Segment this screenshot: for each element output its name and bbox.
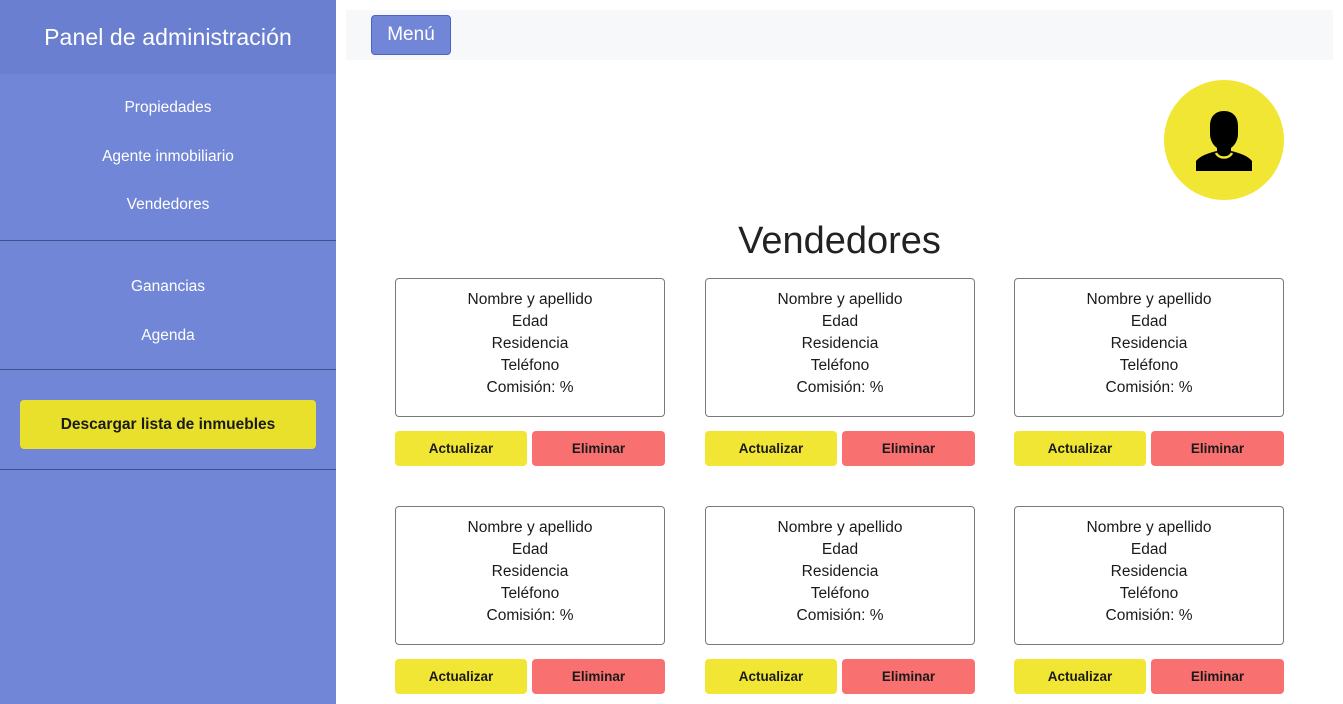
sidebar-item-agenda[interactable]: Agenda (0, 311, 336, 360)
seller-phone: Teléfono (810, 357, 870, 374)
seller-name: Nombre y apellido (467, 291, 593, 308)
seller-name: Nombre y apellido (777, 291, 903, 308)
update-button[interactable]: Actualizar (395, 431, 527, 466)
sidebar-nav-secondary: Ganancias Agenda (0, 241, 336, 370)
seller-card: Nombre y apellido Edad Residencia Teléfo… (395, 278, 665, 417)
delete-button[interactable]: Eliminar (842, 659, 975, 694)
sidebar-item-propiedades[interactable]: Propiedades (0, 84, 336, 133)
user-silhouette-icon (1196, 111, 1252, 171)
seller-age: Edad (1130, 541, 1168, 558)
sidebar-item-ganancias[interactable]: Ganancias (0, 262, 336, 311)
seller-residence: Residencia (491, 563, 569, 580)
seller-phone: Teléfono (810, 585, 870, 602)
sidebar-header: Panel de administración (0, 0, 336, 74)
update-button[interactable]: Actualizar (395, 659, 527, 694)
seller-name: Nombre y apellido (1086, 291, 1212, 308)
seller-name: Nombre y apellido (777, 519, 903, 536)
update-button[interactable]: Actualizar (1014, 431, 1146, 466)
delete-button[interactable]: Eliminar (842, 431, 975, 466)
sidebar: Panel de administración Propiedades Agen… (0, 0, 336, 704)
seller-residence: Residencia (491, 335, 569, 352)
seller-commission: Comisión: % (486, 607, 574, 624)
menu-button[interactable]: Menú (371, 15, 451, 55)
seller-residence: Residencia (1110, 563, 1188, 580)
delete-button[interactable]: Eliminar (532, 431, 665, 466)
seller-commission: Comisión: % (796, 607, 884, 624)
sidebar-title: Panel de administración (44, 23, 292, 50)
update-button[interactable]: Actualizar (705, 431, 837, 466)
seller-residence: Residencia (801, 563, 879, 580)
sidebar-nav-main: Propiedades Agente inmobiliario Vendedor… (0, 74, 336, 241)
seller-phone: Teléfono (1119, 357, 1179, 374)
update-button[interactable]: Actualizar (705, 659, 837, 694)
topbar: Menú (346, 10, 1333, 60)
seller-residence: Residencia (801, 335, 879, 352)
seller-age: Edad (821, 313, 859, 330)
seller-commission: Comisión: % (486, 379, 574, 396)
seller-phone: Teléfono (500, 585, 560, 602)
seller-card: Nombre y apellido Edad Residencia Teléfo… (1014, 278, 1284, 417)
seller-commission: Comisión: % (1105, 607, 1193, 624)
seller-name: Nombre y apellido (1086, 519, 1212, 536)
seller-phone: Teléfono (500, 357, 560, 374)
seller-commission: Comisión: % (796, 379, 884, 396)
avatar[interactable] (1164, 80, 1284, 200)
download-properties-button[interactable]: Descargar lista de inmuebles (20, 400, 316, 449)
download-section: Descargar lista de inmuebles (0, 370, 336, 470)
sidebar-item-vendedores[interactable]: Vendedores (0, 181, 336, 230)
seller-residence: Residencia (1110, 335, 1188, 352)
seller-phone: Teléfono (1119, 585, 1179, 602)
seller-age: Edad (1130, 313, 1168, 330)
page-title: Vendedores (738, 220, 941, 262)
seller-card: Nombre y apellido Edad Residencia Teléfo… (705, 278, 975, 417)
seller-commission: Comisión: % (1105, 379, 1193, 396)
seller-card: Nombre y apellido Edad Residencia Teléfo… (395, 506, 665, 645)
seller-age: Edad (511, 541, 549, 558)
seller-card: Nombre y apellido Edad Residencia Teléfo… (1014, 506, 1284, 645)
sidebar-item-agente-inmobiliario[interactable]: Agente inmobiliario (0, 133, 336, 182)
seller-age: Edad (821, 541, 859, 558)
delete-button[interactable]: Eliminar (532, 659, 665, 694)
update-button[interactable]: Actualizar (1014, 659, 1146, 694)
delete-button[interactable]: Eliminar (1151, 659, 1284, 694)
delete-button[interactable]: Eliminar (1151, 431, 1284, 466)
seller-name: Nombre y apellido (467, 519, 593, 536)
seller-card: Nombre y apellido Edad Residencia Teléfo… (705, 506, 975, 645)
seller-age: Edad (511, 313, 549, 330)
